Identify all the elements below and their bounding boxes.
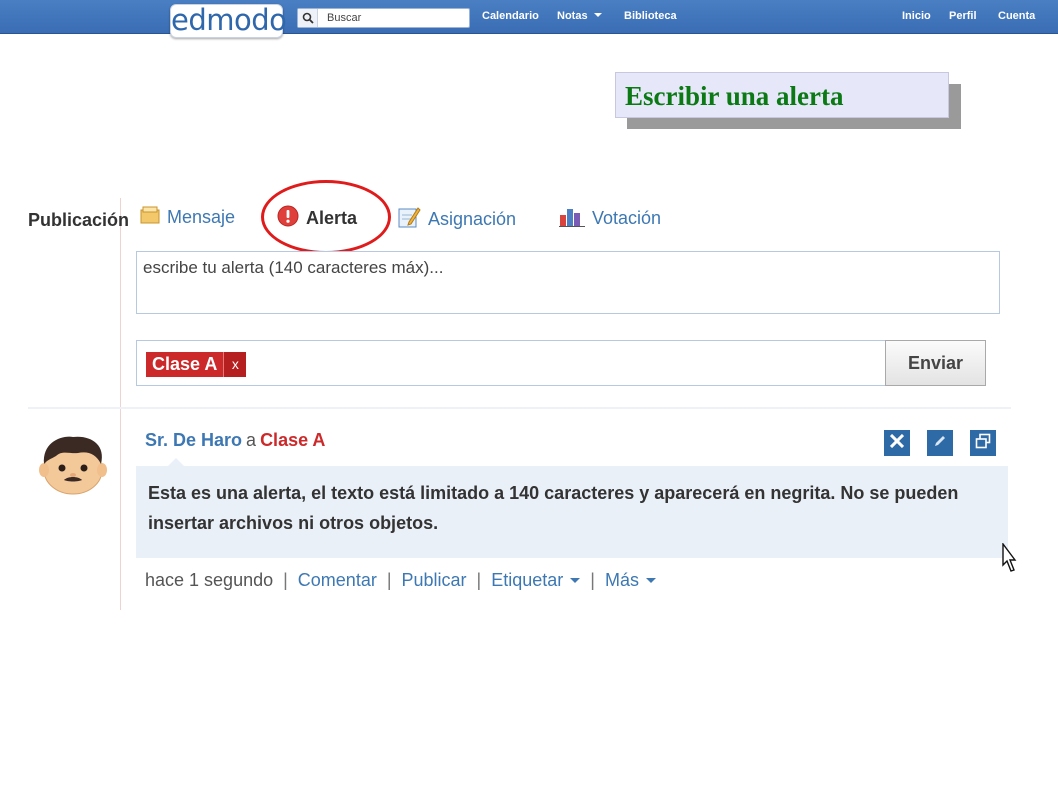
poll-chart-icon — [559, 205, 585, 232]
overlay-title: Escribir una alerta — [615, 72, 949, 118]
pencil-icon — [933, 434, 947, 453]
alert-text-box[interactable] — [136, 251, 1000, 314]
search-input[interactable] — [318, 12, 468, 24]
edit-post-button[interactable] — [927, 430, 953, 456]
post-to-word: a — [246, 430, 257, 450]
recipients-field[interactable]: Clase A x — [136, 340, 886, 386]
comment-link[interactable]: Comentar — [298, 570, 377, 590]
nav-inicio[interactable]: Inicio — [902, 10, 931, 22]
more-link-label: Más — [604, 570, 639, 590]
close-icon — [889, 433, 905, 453]
recipient-tag-label: Clase A — [146, 352, 224, 377]
publish-link[interactable]: Publicar — [402, 570, 467, 590]
send-button[interactable]: Enviar — [885, 340, 986, 386]
top-navigation-bar: edmodo Calendario Notas Biblioteca Inici… — [0, 0, 1058, 38]
message-icon — [140, 205, 160, 230]
nav-perfil[interactable]: Perfil — [949, 10, 977, 22]
nav-notas[interactable]: Notas — [557, 10, 602, 22]
chevron-down-icon — [593, 13, 602, 17]
nav-cuenta[interactable]: Cuenta — [998, 10, 1035, 22]
feed-divider — [28, 407, 1011, 409]
separator: | — [283, 570, 288, 590]
tag-link[interactable]: Etiquetar — [491, 570, 581, 590]
tab-asignacion-label: Asignación — [428, 209, 517, 229]
edmodo-logo[interactable]: edmodo — [170, 4, 287, 38]
mouse-cursor-icon — [1001, 541, 1017, 575]
separator: | — [476, 570, 482, 590]
tab-votacion-label: Votación — [592, 208, 662, 228]
post-target-link[interactable]: Clase A — [260, 430, 325, 450]
tab-mensaje[interactable]: Mensaje — [140, 205, 235, 230]
chevron-down-icon — [645, 578, 656, 583]
avatar[interactable] — [38, 434, 108, 496]
share-post-button[interactable] — [970, 430, 996, 456]
post-timestamp: hace 1 segundo — [145, 570, 274, 590]
separator: | — [590, 570, 595, 590]
nav-biblioteca[interactable]: Biblioteca — [624, 10, 677, 22]
alert-text-input[interactable] — [137, 252, 999, 313]
remove-recipient-button[interactable]: x — [223, 352, 247, 377]
tag-link-label: Etiquetar — [491, 570, 564, 590]
tab-mensaje-label: Mensaje — [167, 207, 236, 227]
separator: | — [386, 570, 392, 590]
recipient-tag: Clase A x — [146, 352, 247, 377]
post-header: Sr. De Haro a Clase A — [145, 430, 325, 451]
nav-notas-label: Notas — [557, 10, 588, 22]
tab-asignacion[interactable]: Asignación — [397, 205, 516, 234]
nav-calendario[interactable]: Calendario — [482, 10, 539, 22]
post-body: Esta es una alerta, el texto está limita… — [136, 466, 1008, 558]
tab-votacion[interactable]: Votación — [559, 205, 661, 232]
post-author-link[interactable]: Sr. De Haro — [145, 430, 242, 450]
composer-label: Publicación — [28, 210, 130, 230]
search-icon[interactable] — [298, 9, 318, 27]
highlight-circle — [261, 180, 391, 254]
post-meta-bar: hace 1 segundo | Comentar | Publicar | Etiquet… — [145, 570, 656, 591]
delete-post-button[interactable] — [884, 430, 910, 456]
windows-icon — [975, 433, 991, 454]
search-box[interactable] — [297, 8, 470, 28]
more-link[interactable]: Más — [605, 570, 656, 590]
chevron-down-icon — [570, 578, 581, 583]
content-left-border — [120, 198, 121, 610]
assignment-icon — [397, 205, 421, 234]
